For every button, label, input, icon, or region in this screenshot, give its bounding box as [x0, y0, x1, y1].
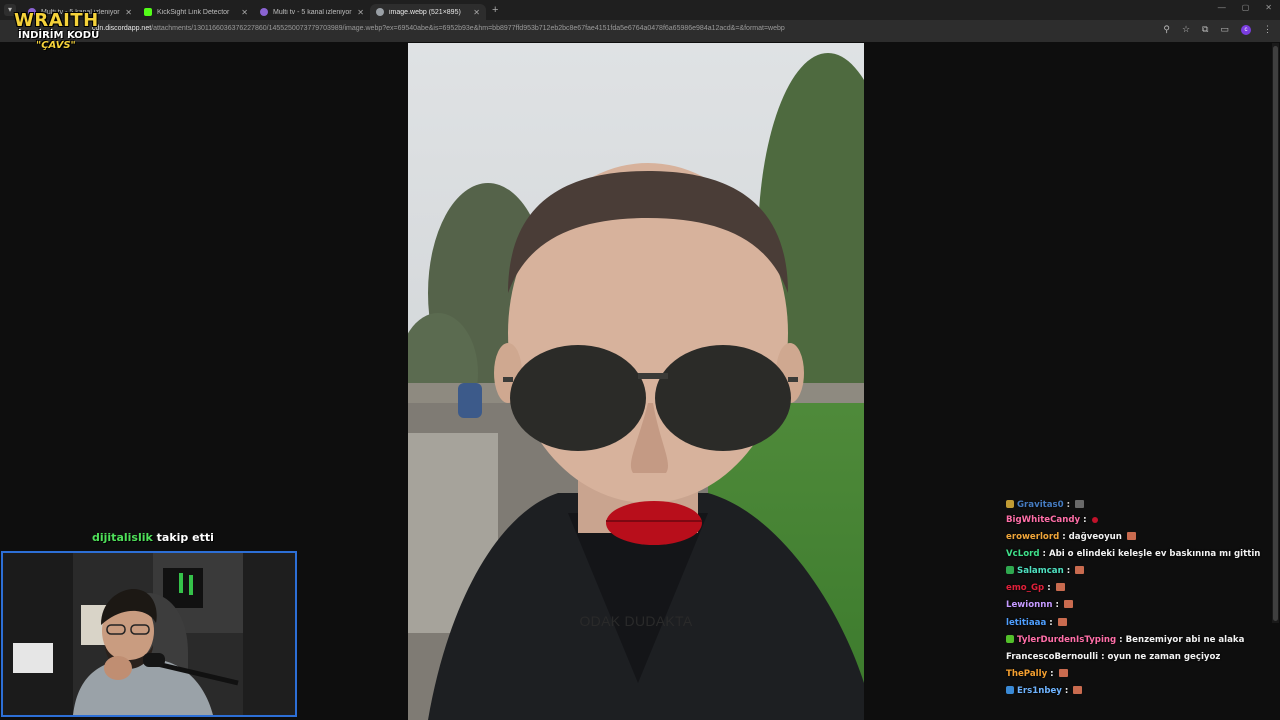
- bookmark-star-icon[interactable]: ☆: [1182, 24, 1190, 35]
- chat-username: letitiaaa: [1006, 617, 1047, 628]
- window-controls: — ▢ ✕: [1218, 3, 1272, 12]
- viewed-image[interactable]: ODAK DUDAKTA: [408, 43, 864, 720]
- chat-badge-icon: [1006, 566, 1014, 575]
- chat-message: VcLord : Abi o elindeki keleşle ev baskı…: [1006, 549, 1261, 560]
- chat-message: FrancescoBernoulli : oyun ne zaman geçiy…: [1006, 651, 1221, 662]
- chat-emote-icon: [1126, 532, 1136, 541]
- chat-message: letitiaaa :: [1006, 615, 1274, 632]
- chat-message: Lewionnn :: [1006, 597, 1274, 614]
- page-scrollbar-thumb[interactable]: [1273, 46, 1278, 621]
- address-bar: cdn.discordapp.net/attachments/130116603…: [0, 20, 1280, 42]
- kicksight-favicon-icon: [144, 8, 152, 16]
- follow-alert-text: takip etti: [152, 531, 214, 544]
- tab-title: Multi tv - 5 kanal izleniyor: [273, 8, 352, 16]
- tab-image-webp[interactable]: image.webp (521×895) ✕: [370, 4, 486, 20]
- close-tab-icon[interactable]: ✕: [241, 8, 248, 17]
- follower-name: dijitalislik: [92, 531, 153, 544]
- streamer-webcam: [1, 551, 297, 717]
- chat-emote-icon: [1055, 583, 1065, 592]
- globe-favicon-icon: [376, 8, 384, 16]
- chat-username: emo_Gp: [1006, 583, 1045, 594]
- sponsor-brand: WRAITH: [14, 10, 99, 31]
- tab-title: KickSight Link Detector: [157, 8, 230, 16]
- tab-strip: ▾ Multi tv - 5 kanal izleniyor ✕ KickSig…: [0, 0, 1280, 20]
- chat-overlay: Gravitas0 : BigWhiteCandy : erowerlord :…: [1006, 500, 1274, 710]
- profile-avatar[interactable]: c: [1241, 24, 1251, 35]
- chat-username: BigWhiteCandy: [1006, 515, 1081, 525]
- chat-badge-icon: [1006, 634, 1014, 643]
- chat-text: Abi o elindeki keleşle ev baskınına mı g…: [1048, 549, 1261, 560]
- chat-badge-icon: [1006, 685, 1014, 694]
- chat-message: ThePally :: [1006, 666, 1274, 683]
- chat-message: Salamcan :: [1006, 563, 1274, 580]
- chat-emote-icon: [1091, 517, 1098, 523]
- chat-emote-icon: [1058, 668, 1068, 677]
- chat-emote-icon: [1073, 685, 1083, 694]
- chat-username: Gravitas0: [1017, 500, 1064, 510]
- close-tab-icon[interactable]: ✕: [357, 8, 364, 17]
- chat-message: Gravitas0 :: [1006, 500, 1274, 512]
- chat-badge-icon: [1006, 500, 1014, 508]
- extensions-icon[interactable]: ⧉: [1202, 24, 1208, 35]
- menu-kebab-icon[interactable]: ⋮: [1263, 24, 1272, 35]
- chat-username: TylerDurdenIsTyping: [1017, 634, 1117, 645]
- close-tab-icon[interactable]: ✕: [473, 8, 480, 17]
- chat-username: Lewionnn: [1006, 600, 1053, 611]
- chat-text: dağveoyun: [1068, 532, 1122, 543]
- maximize-icon[interactable]: ▢: [1242, 3, 1250, 12]
- tab-multitv-2[interactable]: Multi tv - 5 kanal izleniyor ✕: [254, 4, 370, 20]
- webcam-feed: [3, 553, 295, 715]
- chat-message: Ers1nbey :: [1006, 683, 1274, 700]
- chat-emote-icon: [1075, 500, 1085, 508]
- chat-username: erowerlord: [1006, 532, 1060, 543]
- chat-emote-icon: [1057, 617, 1067, 626]
- media-cast-icon[interactable]: ▭: [1220, 24, 1229, 35]
- chat-username: ThePally: [1006, 668, 1048, 679]
- minimize-icon[interactable]: —: [1218, 3, 1226, 12]
- promo-code: "ÇAVS": [36, 40, 76, 51]
- chat-message: emo_Gp :: [1006, 580, 1274, 597]
- url-field[interactable]: cdn.discordapp.net/attachments/130116603…: [92, 25, 785, 32]
- chat-message: erowerlord : dağveoyun: [1006, 529, 1274, 546]
- zoom-icon[interactable]: ⚲: [1163, 24, 1170, 35]
- tab-kicksight[interactable]: KickSight Link Detector ✕: [138, 4, 254, 20]
- chat-username: Salamcan: [1017, 566, 1064, 577]
- chat-emote-icon: [1075, 566, 1085, 575]
- multitv-favicon-icon: [260, 8, 268, 16]
- url-path: /attachments/1301166036376227860/1455250…: [151, 25, 785, 32]
- chat-emote-icon: [1063, 600, 1073, 609]
- chat-text: oyun ne zaman geçiyoz: [1107, 651, 1221, 662]
- chat-username: Ers1nbey: [1017, 685, 1062, 696]
- chat-username: FrancescoBernoulli: [1006, 651, 1099, 662]
- tab-title: image.webp (521×895): [389, 8, 461, 16]
- close-window-icon[interactable]: ✕: [1265, 3, 1272, 12]
- image-caption: ODAK DUDAKTA: [579, 613, 693, 629]
- follow-alert: dijitalislik takip etti: [92, 531, 214, 544]
- close-tab-icon[interactable]: ✕: [125, 8, 132, 17]
- chat-username: VcLord: [1006, 549, 1040, 560]
- toolbar-icons: ⚲ ☆ ⧉ ▭ c ⋮: [1163, 24, 1272, 35]
- chat-message: TylerDurdenIsTyping : Benzemiyor abi ne …: [1006, 632, 1274, 649]
- chat-message: BigWhiteCandy :: [1006, 512, 1274, 529]
- chat-text: Benzemiyor abi ne alaka: [1125, 634, 1245, 645]
- sponsor-logo: WRAITH İNDİRİM KODU "ÇAVS": [14, 12, 104, 51]
- new-tab-button[interactable]: +: [492, 4, 498, 16]
